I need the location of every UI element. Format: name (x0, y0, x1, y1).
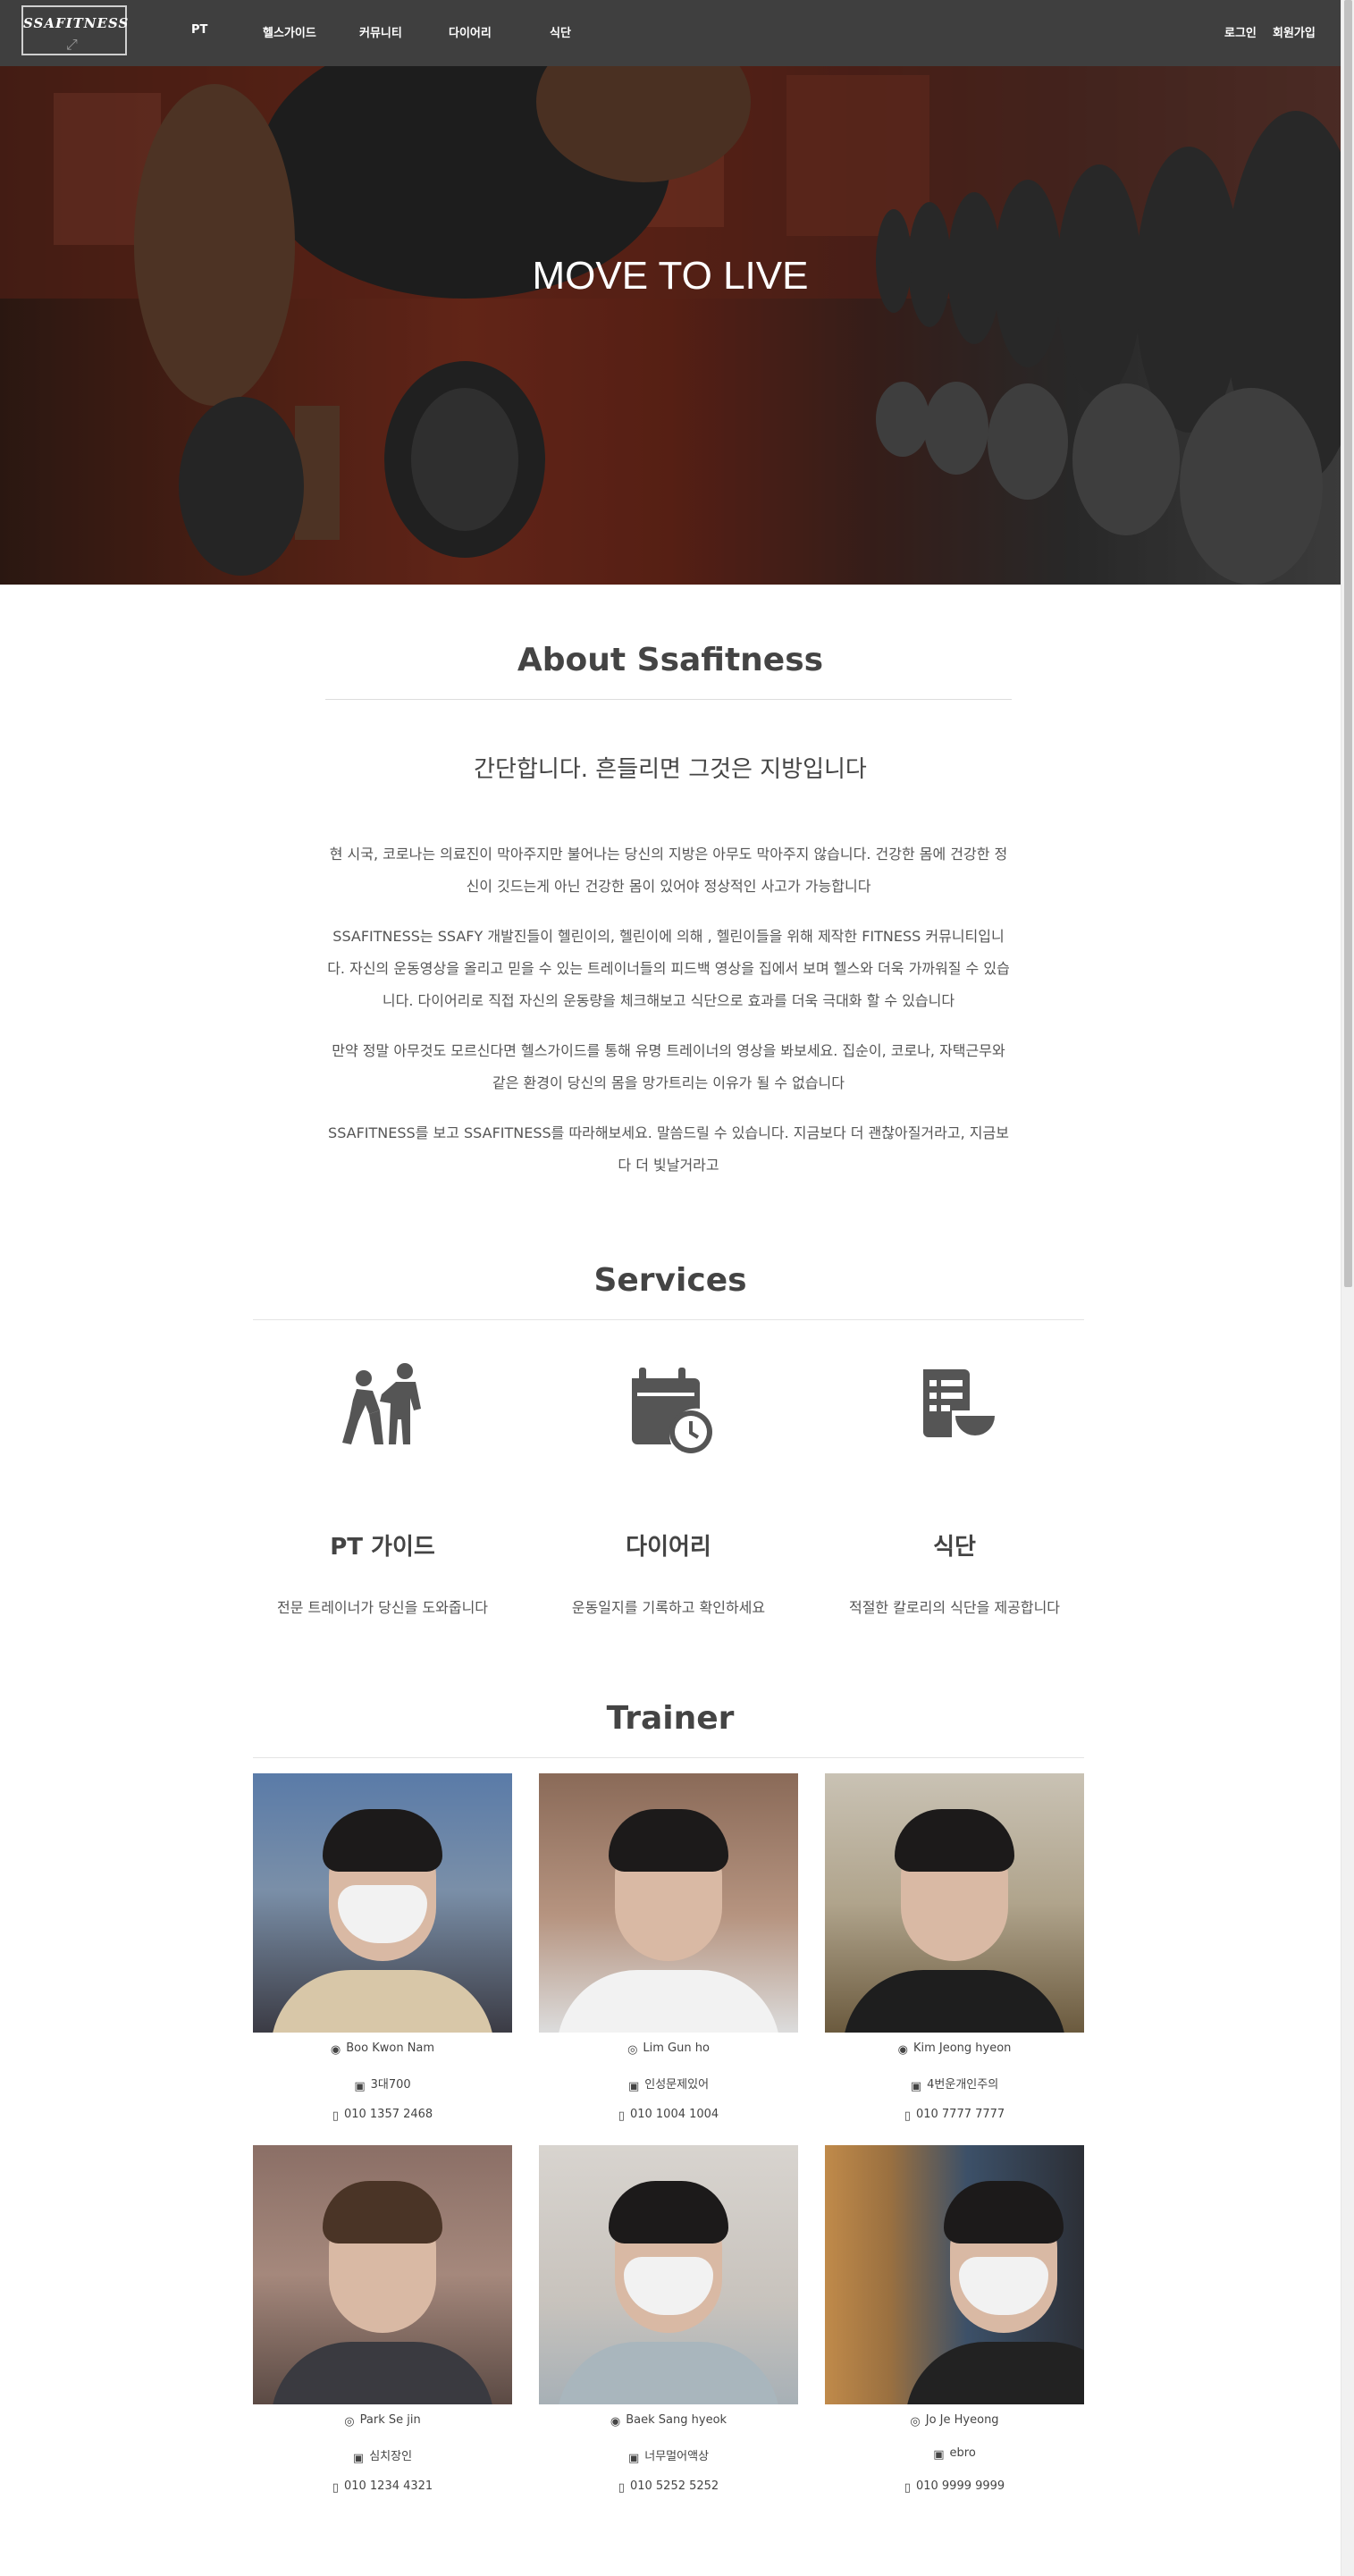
about-title: About Ssafitness (517, 642, 824, 678)
logo[interactable]: SSAFITNESS ⤢ (21, 5, 130, 55)
trainer-photo (825, 2145, 1084, 2404)
id-card-icon: ▣ (354, 2080, 366, 2093)
trainer-tag: 너무멀어액상 (644, 2450, 710, 2463)
service-pt-guide[interactable]: PT 가이드 전문 트레이너가 당신을 도와줍니다 (248, 1359, 517, 1617)
trainer-photo (253, 2145, 512, 2404)
scrollbar-thumb[interactable] (1344, 0, 1352, 1287)
service-title-meal: 식단 (933, 1534, 976, 1561)
calendar-clock-icon (632, 1368, 712, 1453)
id-card-icon: ▣ (627, 2452, 640, 2465)
trainer-assist-icon (342, 1363, 421, 1444)
phone-icon: ▯ (618, 2109, 625, 2123)
page-scrollbar[interactable] (1341, 0, 1354, 2576)
trainer-tag: 3대700 (370, 2078, 411, 2092)
hero-title: MOVE TO LIVE (532, 254, 809, 298)
trainer-tag: ebro (949, 2446, 976, 2460)
about-paragraph-2: SSAFITNESS는 SSAFY 개발진들이 헬린이의, 헬린이에 의해 , … (327, 928, 1010, 1009)
hero-overlay (0, 66, 1341, 585)
user-circle-icon: ◎ (344, 2415, 355, 2429)
service-title-pt: PT 가이드 (330, 1534, 435, 1561)
trainer-phone: 010 5252 5252 (629, 2479, 719, 2493)
hero-banner: MOVE TO LIVE (0, 66, 1341, 585)
nav-link-meal[interactable]: 식단 (550, 23, 571, 40)
service-desc-diary: 운동일지를 기록하고 확인하세요 (571, 1599, 766, 1616)
signup-link[interactable]: 회원가입 (1273, 23, 1316, 40)
logo-arrows-icon: ⤢ (66, 36, 78, 53)
trainer-divider (253, 1757, 1084, 1758)
about-subtitle: 간단합니다. 흔들리면 그것은 지방입니다 (474, 756, 867, 783)
nav-link-pt[interactable]: PT (191, 23, 207, 37)
trainer-phone: 010 1234 4321 (343, 2479, 433, 2493)
trainer-photo (539, 2145, 798, 2404)
service-title-diary: 다이어리 (626, 1534, 711, 1561)
trainer-tag: 4번운개인주의 (927, 2078, 999, 2092)
trainer-name: Jo Je Hyeong (925, 2413, 999, 2427)
service-desc-meal: 적절한 칼로리의 식단을 제공합니다 (848, 1599, 1061, 1616)
user-circle-icon: ◉ (897, 2043, 908, 2057)
trainer-phone: 010 9999 9999 (915, 2479, 1005, 2493)
trainer-name: Baek Sang hyeok (626, 2413, 727, 2427)
trainer-photo (539, 1773, 798, 2033)
trainer-title: Trainer (606, 1700, 735, 1737)
trainer-phone: 010 1357 2468 (343, 2108, 433, 2121)
login-link[interactable]: 로그인 (1224, 23, 1257, 40)
trainer-photo (825, 1773, 1084, 2033)
phone-icon: ▯ (332, 2109, 339, 2123)
about-paragraph-3: 만약 정말 아무것도 모르신다면 헬스가이드를 통해 유명 트레이너의 영상을 … (332, 1042, 1005, 1091)
about-paragraph-1: 현 시국, 코로나는 의료진이 막아주지만 불어나는 당신의 지방은 아무도 막… (329, 846, 1008, 895)
user-circle-icon: ◎ (627, 2043, 638, 2057)
nav-link-community[interactable]: 커뮤니티 (359, 23, 402, 40)
phone-icon: ▯ (904, 2109, 911, 2123)
trainer-name: Boo Kwon Nam (346, 2041, 435, 2055)
services-divider (253, 1319, 1084, 1320)
trainer-tag: 인성문제있어 (644, 2078, 710, 2092)
trainer-name: Kim Jeong hyeon (912, 2041, 1012, 2055)
about-paragraph-4: SSAFITNESS를 보고 SSAFITNESS를 따라해보세요. 말씀드릴 … (328, 1124, 1009, 1174)
phone-icon: ▯ (332, 2481, 339, 2495)
nav-link-diary[interactable]: 다이어리 (449, 23, 492, 40)
logo-text: SSAFITNESS (23, 15, 130, 31)
service-meal[interactable]: 식단 적절한 칼로리의 식단을 제공합니다 (820, 1359, 1089, 1617)
service-diary[interactable]: 다이어리 운동일지를 기록하고 확인하세요 (534, 1359, 803, 1617)
user-circle-icon: ◎ (910, 2415, 921, 2429)
id-card-icon: ▣ (933, 2448, 945, 2462)
id-card-icon: ▣ (352, 2452, 365, 2465)
menu-bowl-icon (923, 1369, 995, 1437)
trainer-tag: 심치장인 (369, 2450, 413, 2463)
id-card-icon: ▣ (910, 2080, 922, 2093)
trainer-photo (253, 1773, 512, 2033)
user-circle-icon: ◉ (610, 2415, 621, 2429)
user-circle-icon: ◉ (330, 2043, 341, 2057)
service-desc-pt: 전문 트레이너가 당신을 도와줍니다 (276, 1599, 489, 1616)
phone-icon: ▯ (618, 2481, 625, 2495)
id-card-icon: ▣ (627, 2080, 640, 2093)
trainer-name: Park Se jin (359, 2413, 421, 2427)
about-divider (325, 699, 1012, 700)
nav-link-health-guide[interactable]: 헬스가이드 (263, 23, 316, 40)
phone-icon: ▯ (904, 2481, 911, 2495)
top-navbar: SSAFITNESS ⤢ PT 헬스가이드 커뮤니티 다이어리 식단 로그인 회… (0, 0, 1341, 66)
trainer-phone: 010 7777 7777 (915, 2108, 1005, 2121)
trainer-name: Lim Gun ho (643, 2041, 710, 2055)
services-title: Services (593, 1262, 747, 1299)
trainer-phone: 010 1004 1004 (629, 2108, 719, 2121)
